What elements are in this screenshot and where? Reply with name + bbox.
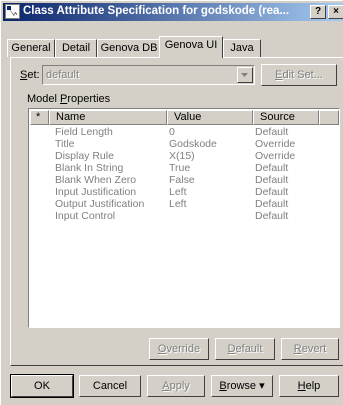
header-name[interactable]: Name [49,110,167,125]
help-question-button[interactable]: ? [310,5,326,19]
tab-java[interactable]: Java [223,39,261,57]
tab-genova-db[interactable]: Genova DB [97,39,161,57]
help-button[interactable]: Help [279,375,339,397]
header-value[interactable]: Value [167,110,253,125]
app-icon [5,4,20,19]
browse-button[interactable]: Browse ▾ [211,375,273,397]
model-properties-label: Model Properties [27,93,111,105]
tab-detail[interactable]: Detail [55,39,97,57]
chevron-down-icon[interactable] [237,67,253,83]
revert-button[interactable]: Revert [281,338,339,360]
header-filler [319,110,339,125]
tab-genova-ui[interactable]: Genova UI [159,36,223,58]
header-source[interactable]: Source [253,110,319,125]
tab-general[interactable]: General [7,39,55,57]
set-combo[interactable]: default [42,65,255,85]
override-button[interactable]: Override [149,338,209,360]
dialog-window: Class Attribute Specification for godsko… [0,0,343,405]
apply-button[interactable]: Apply [147,375,205,397]
set-label: Set: [20,69,40,81]
header-star: * [30,110,49,125]
window-title: Class Attribute Specification for godsko… [23,5,290,17]
title-bar[interactable]: Class Attribute Specification for godsko… [3,3,343,21]
set-combo-value: default [46,69,80,81]
default-button[interactable]: Default [215,338,275,360]
cancel-button[interactable]: Cancel [79,375,141,397]
edit-set-button[interactable]: Edit Set... [261,64,337,86]
ok-button[interactable]: OK [10,374,74,398]
properties-grid[interactable]: * Name Value Source Field Length 0 Default… [28,108,340,328]
close-button[interactable]: × [328,5,343,19]
